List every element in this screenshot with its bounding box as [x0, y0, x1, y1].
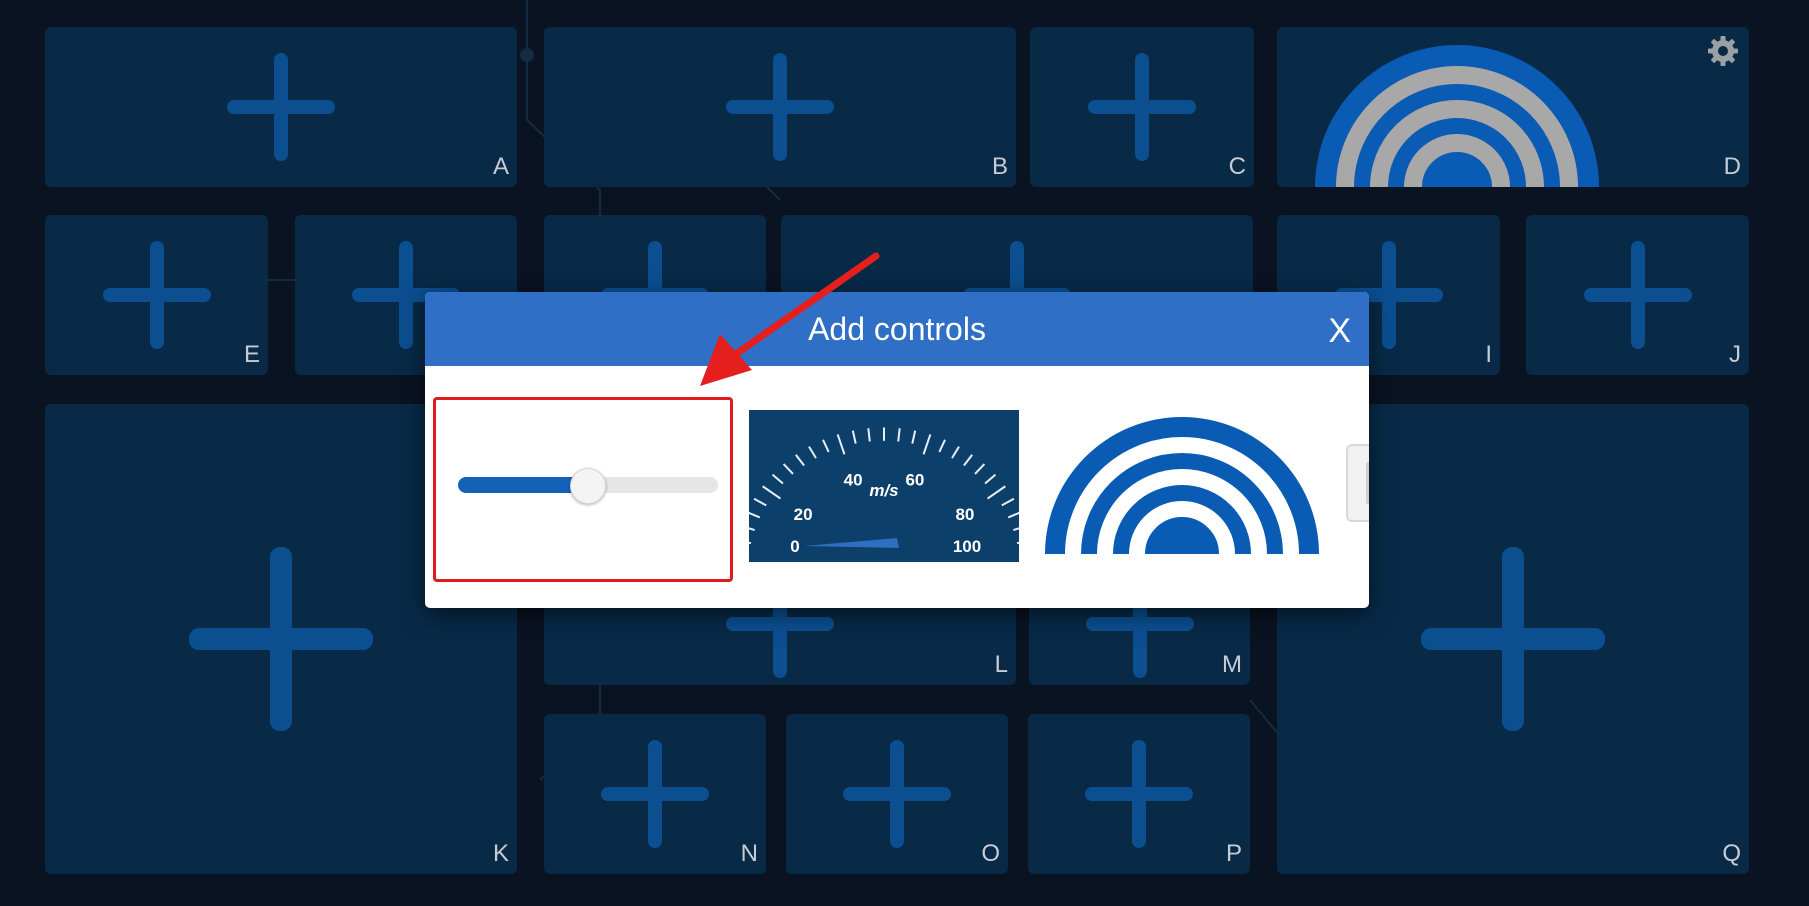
plus-icon — [227, 53, 335, 161]
tile-letter: E — [243, 341, 260, 368]
tile-j[interactable]: J — [1526, 215, 1749, 375]
plus-icon — [1421, 547, 1605, 731]
slider-control-option[interactable] — [433, 397, 733, 582]
tile-letter: A — [492, 153, 509, 180]
plus-icon — [601, 740, 709, 848]
tile-e[interactable]: E — [45, 215, 268, 375]
tile-letter: J — [1729, 341, 1741, 368]
gear-icon[interactable] — [1707, 35, 1739, 67]
tile-letter: K — [492, 840, 509, 867]
plus-icon — [1583, 241, 1692, 349]
slider-fill — [458, 477, 588, 493]
tile-letter: N — [740, 840, 758, 867]
tile-b[interactable]: B — [544, 27, 1016, 187]
gauge-tick-label: 60 — [905, 471, 924, 490]
gauge-tick-label: 20 — [794, 505, 813, 524]
tile-n[interactable]: N — [544, 714, 766, 874]
plus-icon — [189, 547, 373, 731]
tile-letter: P — [1225, 840, 1242, 867]
next-control-option[interactable] — [1346, 444, 1369, 522]
tile-letter: M — [1222, 651, 1242, 678]
gauge-control-option[interactable]: 0 20 40 60 80 100 m/s — [734, 410, 1034, 571]
tile-letter: I — [1485, 341, 1492, 368]
close-button[interactable]: X — [1328, 292, 1351, 366]
dialog-header: Add controls X — [425, 292, 1369, 366]
tile-letter: Q — [1722, 840, 1741, 867]
wifi-signal-icon — [1045, 417, 1319, 555]
tile-letter: L — [994, 651, 1008, 678]
tile-o[interactable]: O — [786, 714, 1008, 874]
tile-letter: D — [1723, 153, 1741, 180]
tile-p[interactable]: P — [1028, 714, 1250, 874]
next-control-preview — [1366, 462, 1369, 504]
gauge-tick-label: 40 — [844, 471, 863, 490]
tile-letter: B — [991, 153, 1008, 180]
tile-letter: O — [981, 840, 1000, 867]
tile-a[interactable]: A — [45, 27, 517, 187]
tile-d[interactable]: D — [1277, 27, 1749, 187]
tile-letter: C — [1228, 153, 1246, 180]
gauge-tick-label: 100 — [953, 537, 981, 556]
plus-icon — [843, 740, 951, 848]
gauge-tick-label: 0 — [790, 537, 799, 556]
speed-gauge: 0 20 40 60 80 100 m/s — [734, 410, 1034, 571]
slider-thumb — [570, 468, 606, 504]
wifi-signal-icon — [1315, 45, 1599, 187]
add-controls-dialog: Add controls X 0 20 40 60 80 100 m/s — [425, 292, 1369, 608]
dialog-title: Add controls — [808, 311, 986, 347]
plus-icon — [102, 241, 211, 349]
tile-c[interactable]: C — [1030, 27, 1254, 187]
plus-icon — [1088, 53, 1196, 161]
gauge-unit: m/s — [869, 481, 898, 500]
plus-icon — [1085, 740, 1193, 848]
gauge-tick-label: 80 — [955, 505, 974, 524]
plus-icon — [726, 53, 834, 161]
signal-control-option[interactable] — [1045, 414, 1319, 555]
